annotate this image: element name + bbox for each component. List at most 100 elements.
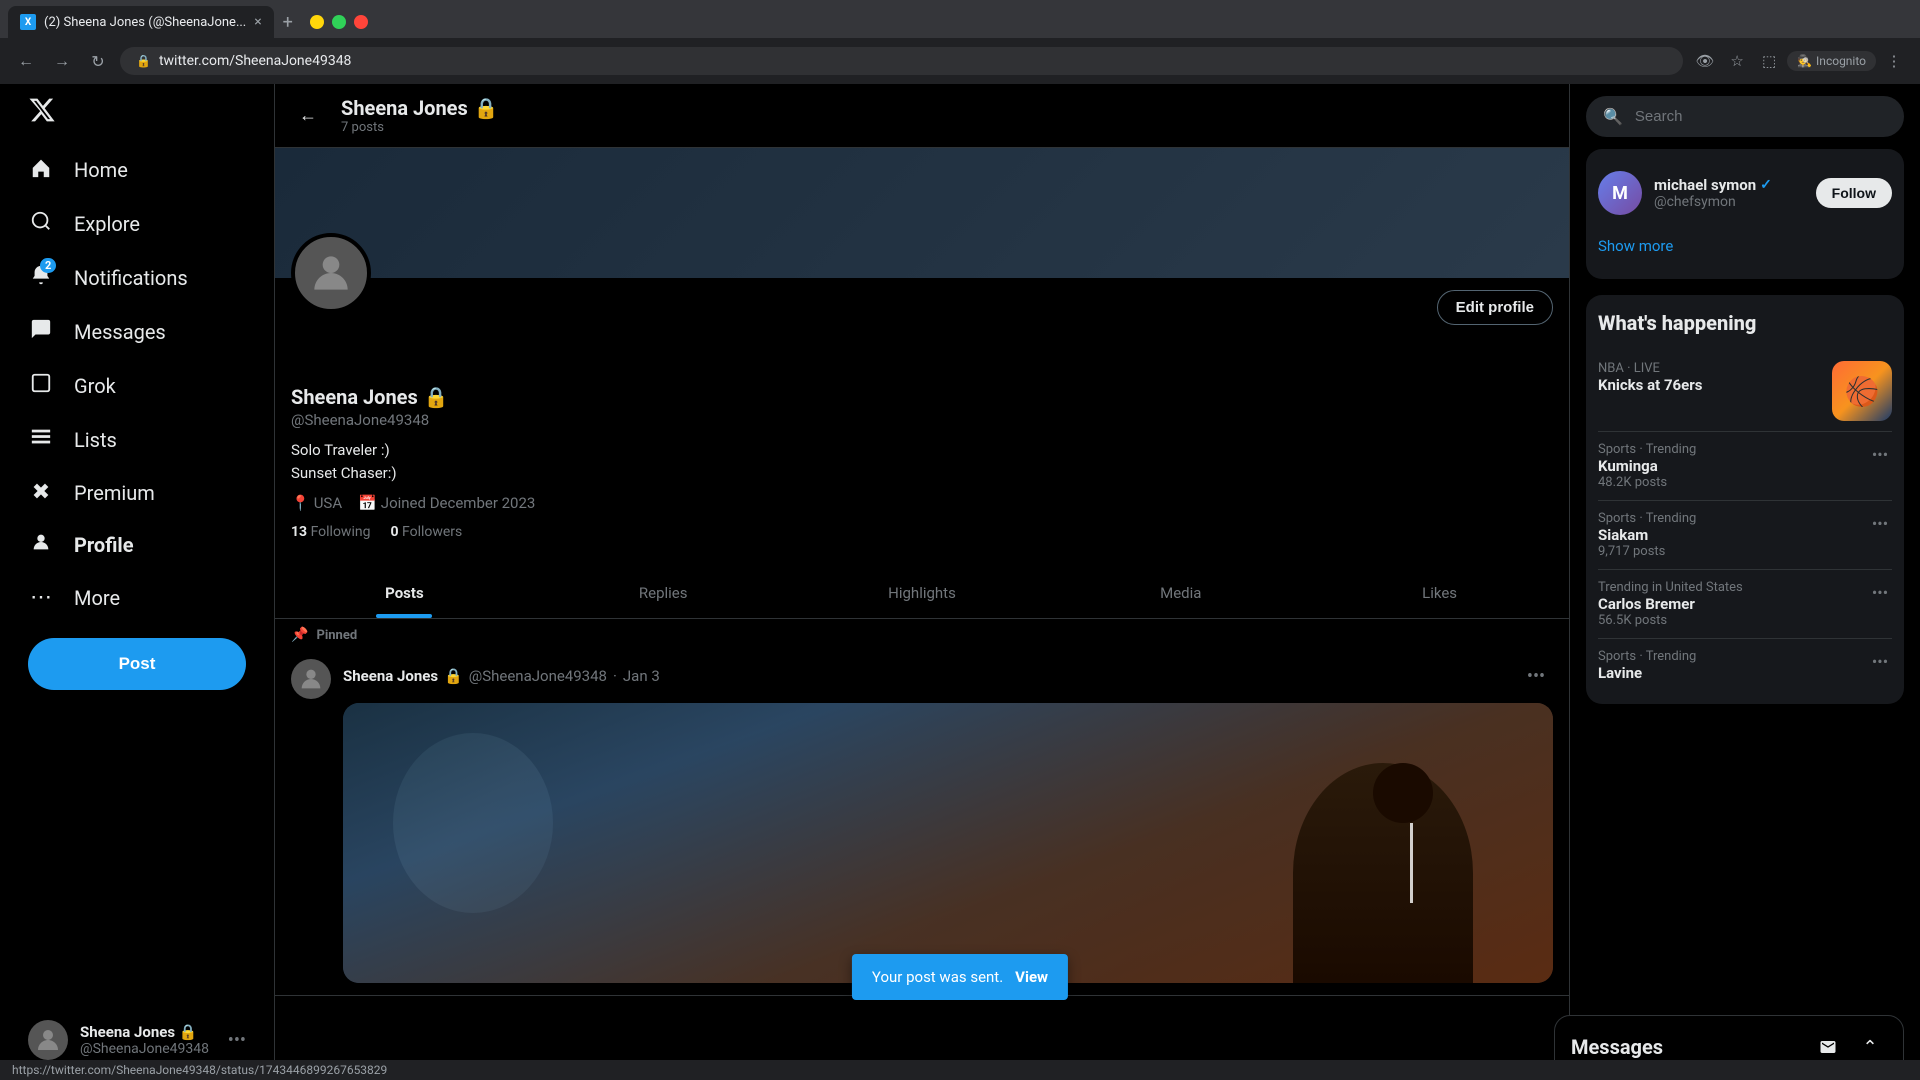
follow-button-michael-symon[interactable]: Follow <box>1816 178 1892 208</box>
trend-category-kuminga: Sports · Trending <box>1598 442 1856 457</box>
trend-more-button-siakam[interactable]: ••• <box>1868 511 1892 535</box>
bookmark-icon[interactable]: ☆ <box>1723 47 1751 75</box>
messages-actions: ⌃ <box>1811 1030 1887 1064</box>
trend-more-button-kuminga[interactable]: ••• <box>1868 442 1892 466</box>
trending-section: What's happening NBA · LIVE Knicks at 76… <box>1586 295 1904 704</box>
list-item[interactable]: Sports · Trending Siakam 9,717 posts ••• <box>1598 501 1892 570</box>
search-box[interactable]: 🔍 <box>1586 96 1904 137</box>
lists-icon <box>28 426 54 454</box>
pinned-header: 📌 Pinned <box>275 619 1569 647</box>
list-item[interactable]: Sports · Trending Kuminga 48.2K posts ••… <box>1598 432 1892 501</box>
trend-name-kuminga: Kuminga <box>1598 457 1856 475</box>
main-content: ← Sheena Jones 🔒 7 posts Edit profile Sh… <box>275 84 1570 1080</box>
list-item[interactable]: Sports · Trending Lavine ••• <box>1598 639 1892 692</box>
tab-media[interactable]: Media <box>1051 568 1310 618</box>
post-lock-icon: 🔒 <box>444 667 463 685</box>
sidebar-item-home[interactable]: Home <box>12 144 262 196</box>
sidebar-user-avatar <box>28 1020 68 1060</box>
sidebar-item-notifications[interactable]: 2 Notifications <box>12 252 262 304</box>
post-button[interactable]: Post <box>28 638 246 690</box>
sidebar-logo[interactable] <box>12 84 262 140</box>
incognito-label: Incognito <box>1816 54 1866 68</box>
show-more-link[interactable]: Show more <box>1598 225 1892 267</box>
premium-icon: ✖ <box>28 480 54 505</box>
close-button[interactable]: × <box>354 15 368 29</box>
trend-info-siakam: Sports · Trending Siakam 9,717 posts <box>1598 511 1856 559</box>
list-item[interactable]: NBA · LIVE Knicks at 76ers 🏀 <box>1598 351 1892 432</box>
trend-name-lavine: Lavine <box>1598 664 1856 682</box>
maximize-button[interactable]: □ <box>332 15 346 29</box>
profile-display-name: Sheena Jones 🔒 <box>291 385 1553 409</box>
sidebar: Home Explore 2 Notifications Message <box>0 84 275 1080</box>
tab-close-button[interactable]: × <box>254 14 261 30</box>
calendar-icon: 📅 <box>358 494 377 512</box>
trend-name-knicks: Knicks at 76ers <box>1598 376 1820 394</box>
tab-highlights[interactable]: Highlights <box>793 568 1052 618</box>
profile-icon <box>28 531 54 559</box>
new-tab-button[interactable]: + <box>274 8 302 36</box>
sidebar-item-messages[interactable]: Messages <box>12 306 262 358</box>
sidebar-label-lists: Lists <box>74 428 117 452</box>
new-message-icon[interactable] <box>1811 1030 1845 1064</box>
post-more-button[interactable]: ••• <box>1519 659 1553 693</box>
sidebar-user-more-icon: ••• <box>228 1030 246 1051</box>
sidebar-label-home: Home <box>74 158 128 182</box>
forward-button[interactable]: → <box>48 47 76 75</box>
grok-icon <box>28 372 54 400</box>
sidebar-item-premium[interactable]: ✖ Premium <box>12 468 262 517</box>
status-url: https://twitter.com/SheenaJone49348/stat… <box>12 1063 387 1077</box>
tab-label: (2) Sheena Jones (@SheenaJone... <box>44 15 246 30</box>
follow-name-michael-symon: michael symon ✓ <box>1654 176 1804 194</box>
trend-category-knicks: NBA · LIVE <box>1598 361 1820 376</box>
following-stat[interactable]: 13 Following <box>291 524 370 540</box>
sidebar-item-profile[interactable]: Profile <box>12 519 262 571</box>
search-input[interactable] <box>1635 108 1887 125</box>
edit-profile-button[interactable]: Edit profile <box>1437 290 1553 325</box>
sidebar-user-info: Sheena Jones 🔒 @SheenaJone49348 <box>80 1023 216 1057</box>
toast-view-link[interactable]: View <box>1015 968 1048 986</box>
address-bar[interactable]: 🔒 twitter.com/SheenaJone49348 <box>120 47 1683 75</box>
followers-stat[interactable]: 0 Followers <box>390 524 462 540</box>
tab-likes[interactable]: Likes <box>1310 568 1569 618</box>
back-button[interactable]: ← <box>12 47 40 75</box>
back-button[interactable]: ← <box>291 99 325 133</box>
profile-header-posts: 7 posts <box>341 120 499 135</box>
followers-count: 0 <box>390 524 398 540</box>
trend-info-lavine: Sports · Trending Lavine <box>1598 649 1856 682</box>
profile-bio-line1: Solo Traveler :) <box>291 439 1553 462</box>
profile-meta: 📍 USA 📅 Joined December 2023 <box>291 494 1553 512</box>
verified-badge-michael-symon: ✓ <box>1760 177 1772 193</box>
trend-more-button-lavine[interactable]: ••• <box>1868 649 1892 673</box>
sidebar-item-lists[interactable]: Lists <box>12 414 262 466</box>
minimize-button[interactable]: − <box>310 15 324 29</box>
refresh-button[interactable]: ↻ <box>84 47 112 75</box>
sidebar-item-explore[interactable]: Explore <box>12 198 262 250</box>
trend-info-knicks: NBA · LIVE Knicks at 76ers <box>1598 361 1820 394</box>
post-author-handle: @SheenaJone49348 <box>469 667 607 685</box>
tab-bar: X (2) Sheena Jones (@SheenaJone... × + −… <box>0 0 1920 38</box>
incognito-badge: 🕵 Incognito <box>1787 51 1876 71</box>
sidebar-item-more[interactable]: ⋯ More <box>12 573 262 622</box>
browser-actions: 👁 ☆ ⬚ 🕵 Incognito ⋮ <box>1691 47 1908 75</box>
home-icon <box>28 156 54 184</box>
tab-replies[interactable]: Replies <box>534 568 793 618</box>
follow-item-michael-symon: M michael symon ✓ @chefsymon Follow <box>1598 161 1892 225</box>
tab-posts[interactable]: Posts <box>275 568 534 618</box>
list-item[interactable]: Trending in United States Carlos Bremer … <box>1598 570 1892 639</box>
trend-name-carlos: Carlos Bremer <box>1598 595 1856 613</box>
trend-count-siakam: 9,717 posts <box>1598 544 1856 559</box>
follow-avatar-michael-symon: M <box>1598 171 1642 215</box>
profile-header-lock-icon: 🔒 <box>474 96 499 120</box>
tab-favicon: X <box>20 14 36 30</box>
profile-joined: 📅 Joined December 2023 <box>358 494 535 512</box>
explore-icon <box>28 210 54 238</box>
active-tab[interactable]: X (2) Sheena Jones (@SheenaJone... × <box>8 6 274 38</box>
trend-more-button-carlos[interactable]: ••• <box>1868 580 1892 604</box>
menu-button[interactable]: ⋮ <box>1880 47 1908 75</box>
collapse-messages-icon[interactable]: ⌃ <box>1853 1030 1887 1064</box>
following-count: 13 <box>291 524 307 540</box>
more-icon: ⋯ <box>28 585 54 610</box>
sidebar-item-grok[interactable]: Grok <box>12 360 262 412</box>
tab-view-icon[interactable]: ⬚ <box>1755 47 1783 75</box>
sidebar-label-grok: Grok <box>74 374 116 398</box>
